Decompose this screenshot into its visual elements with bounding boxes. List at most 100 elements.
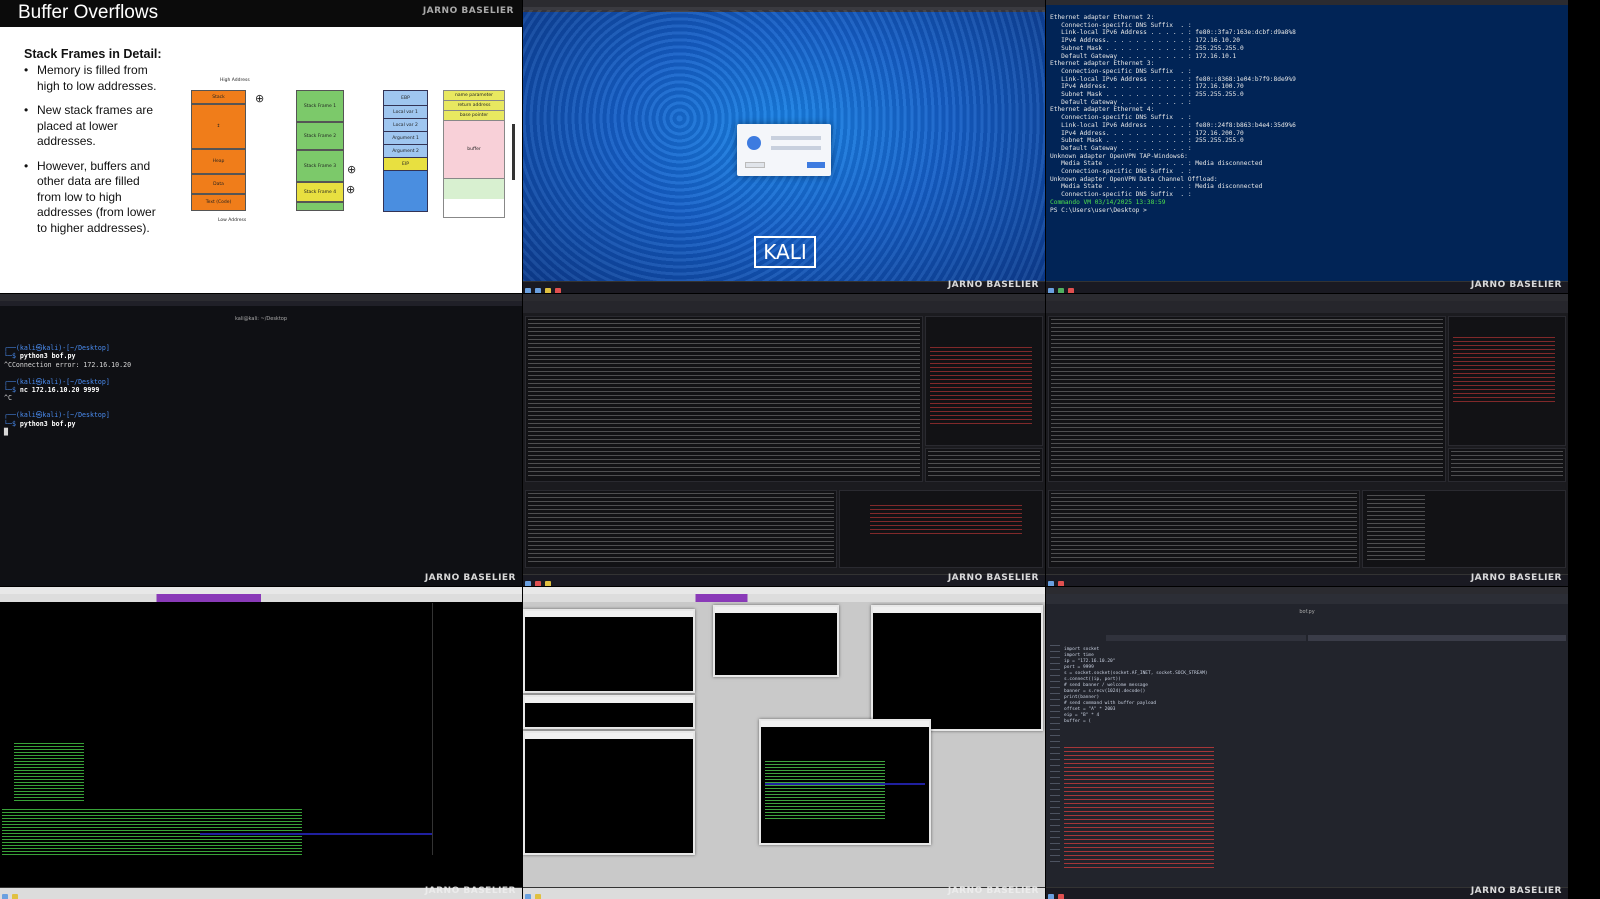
console-line: Connection-specific DNS Suffix . : <box>1050 21 1192 29</box>
password-input[interactable] <box>771 146 821 150</box>
buffer-part: name parameter <box>444 91 504 101</box>
memory-text-block: Text (Code) <box>191 194 246 211</box>
console-line: Connection-specific DNS Suffix . : <box>1050 114 1192 122</box>
app-icon[interactable] <box>535 288 541 293</box>
growth-arrow <box>512 124 515 180</box>
start-icon[interactable] <box>525 288 531 293</box>
start-icon[interactable] <box>1048 894 1054 899</box>
debugger-toolbar[interactable] <box>1046 301 1568 313</box>
editor-tab[interactable] <box>1308 635 1566 641</box>
terminal-prompt-symbol: └─$ <box>4 352 20 361</box>
slide-bullet-list: Memory is filled from high to low addres… <box>24 63 164 245</box>
memory-data-block: Data <box>191 174 246 194</box>
console-line: IPv4 Address. . . . . . . . . . . : 172.… <box>1050 83 1244 91</box>
app-icon[interactable] <box>545 581 551 586</box>
console-window[interactable] <box>523 731 695 855</box>
console-line: Default Gateway . . . . . . . . . : <box>1050 144 1192 152</box>
zoom-icon: ⊕ <box>347 163 357 176</box>
vm-window-titlebar[interactable] <box>0 294 522 301</box>
debugger-titlebar[interactable] <box>523 294 1045 301</box>
terminal-command: python3 bof.py <box>19 419 76 428</box>
editor-tab[interactable] <box>1106 635 1306 641</box>
kali-logo: KALI <box>754 236 816 268</box>
app-icon[interactable] <box>545 288 551 293</box>
app-icon[interactable] <box>1058 288 1064 293</box>
app-icon[interactable] <box>555 288 561 293</box>
buffer-part: base pointer <box>444 111 504 121</box>
cancel-button[interactable] <box>745 162 765 168</box>
registers-pane[interactable] <box>1448 316 1566 446</box>
vm-window-titlebar[interactable] <box>523 0 1045 7</box>
stack-frame-4: Stack Frame 4 <box>296 182 344 202</box>
stack-pane[interactable] <box>925 448 1043 482</box>
app-icon[interactable] <box>12 894 18 899</box>
disassembly-pane[interactable] <box>525 316 923 482</box>
start-icon[interactable] <box>1048 288 1054 293</box>
slide-subheading: Stack Frames in Detail: <box>24 47 162 61</box>
kali-terminal-tile: kali@kali: ~/Desktop ┌──(kali㉿kali)-[~/D… <box>0 294 522 586</box>
watermark: JARNO BASELIER <box>947 280 1039 290</box>
console-line: Link-local IPv6 Address . . . . . : fe80… <box>1050 75 1296 83</box>
debugger-titlebar[interactable] <box>1046 294 1568 301</box>
console-window[interactable] <box>713 605 839 677</box>
selection-highlight <box>765 783 925 785</box>
window-titlebar[interactable] <box>0 587 522 594</box>
slide-watermark: JARNO BASELIER <box>422 6 514 16</box>
window-titlebar[interactable] <box>523 587 1045 594</box>
terminal-command: nc 172.16.10.20 9999 <box>19 386 100 395</box>
powershell-output: Ethernet adapter Ethernet 2: Connection-… <box>1046 5 1568 223</box>
output-block <box>14 743 84 803</box>
console-window[interactable] <box>523 695 695 729</box>
console-line: Subnet Mask . . . . . . . . . . . : 255.… <box>1050 137 1244 145</box>
terminal-prompt-symbol: └─$ <box>4 386 20 395</box>
console-line: Ethernet adapter Ethernet 4: <box>1050 106 1155 114</box>
username-input[interactable] <box>771 136 821 140</box>
console-line: Default Gateway . . . . . . . . . : 172.… <box>1050 52 1237 60</box>
login-button[interactable] <box>807 162 825 168</box>
log-pane[interactable] <box>1362 490 1566 568</box>
start-icon[interactable] <box>525 894 531 899</box>
debugger-toolbar[interactable] <box>523 301 1045 313</box>
terminal-prompt: ┌──(kali㉿kali)-[~/Desktop] <box>4 377 110 386</box>
app-icon[interactable] <box>1058 894 1064 899</box>
pane-divider <box>432 603 433 855</box>
console-window[interactable] <box>871 605 1043 731</box>
login-dialog[interactable] <box>737 124 831 176</box>
app-icon[interactable] <box>1058 581 1064 586</box>
console-window[interactable] <box>523 609 695 693</box>
start-icon[interactable] <box>2 894 8 899</box>
app-icon[interactable] <box>1068 288 1074 293</box>
immunity-debugger-tile: JARNO BASELIER <box>0 587 522 899</box>
console-window[interactable] <box>759 719 931 845</box>
stack-pane[interactable] <box>1448 448 1566 482</box>
start-icon[interactable] <box>525 581 531 586</box>
terminal-prompt-symbol: └─$ <box>4 419 20 428</box>
dump-pane[interactable] <box>525 490 837 568</box>
buffer-free-space <box>444 179 504 199</box>
frame-part: EIP <box>384 158 427 171</box>
zoom-icon: ⊕ <box>346 183 356 196</box>
code-area[interactable]: import socket import time ip = "172.16.1… <box>1064 647 1208 725</box>
vm-window-titlebar[interactable] <box>1046 587 1568 594</box>
dump-pane[interactable] <box>1048 490 1360 568</box>
disassembly-pane[interactable] <box>1048 316 1446 482</box>
app-icon[interactable] <box>535 894 541 899</box>
editor-title: bof.py <box>1299 609 1315 615</box>
log-pane[interactable] <box>839 490 1043 568</box>
buffer-diagram: name parameter return address base point… <box>443 90 505 218</box>
editor-menubar[interactable] <box>1046 594 1568 604</box>
registers-pane[interactable] <box>925 316 1043 446</box>
terminal-output[interactable]: ┌──(kali㉿kali)-[~/Desktop] └─$ python3 b… <box>0 306 522 436</box>
slide-bullet: Memory is filled from high to low addres… <box>24 63 164 94</box>
app-icon[interactable] <box>535 581 541 586</box>
console-prompt[interactable]: PS C:\Users\user\Desktop > <box>1050 207 1564 215</box>
low-address-label: Low Address <box>218 218 247 223</box>
debugger-tile: JARNO BASELIER <box>1046 294 1568 586</box>
console-line: Ethernet adapter Ethernet 3: <box>1050 60 1155 68</box>
start-icon[interactable] <box>1048 581 1054 586</box>
selection-highlight <box>200 833 432 835</box>
terminal-cursor: █ <box>4 428 8 437</box>
window-toolbar[interactable] <box>523 594 1045 602</box>
console-line: IPv4 Address. . . . . . . . . . . : 172.… <box>1050 37 1240 45</box>
window-toolbar[interactable] <box>0 594 522 602</box>
